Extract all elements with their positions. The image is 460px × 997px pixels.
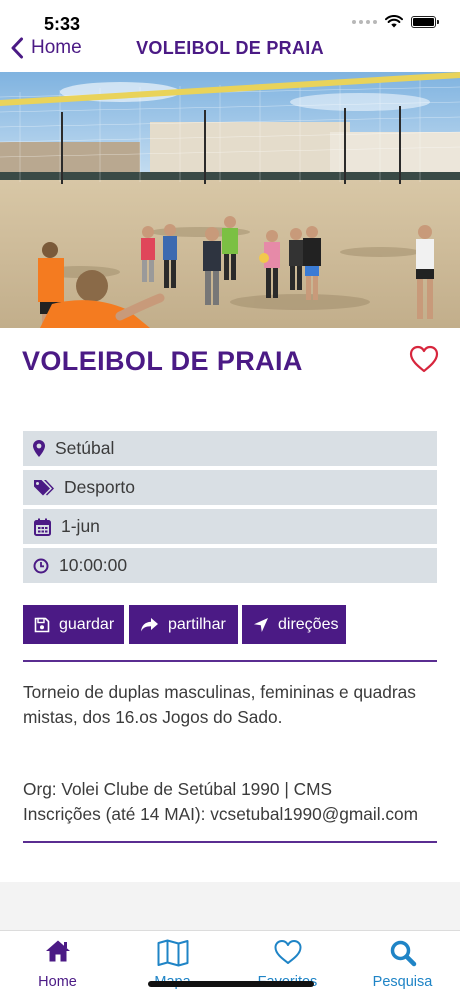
location-arrow-icon — [254, 617, 268, 632]
event-description: Torneio de duplas masculinas, femininas … — [23, 682, 416, 727]
info-row-time: 10:00:00 — [23, 548, 437, 583]
info-time: 10:00:00 — [59, 555, 128, 575]
floppy-disk-icon — [34, 617, 50, 632]
calendar-icon — [23, 518, 61, 536]
clock-icon — [23, 558, 59, 574]
nav-title: VOLEIBOL DE PRAIA — [136, 38, 324, 58]
info-category: Desporto — [64, 477, 136, 497]
tab-map[interactable]: Mapa — [115, 931, 230, 997]
signal-icon — [352, 19, 377, 24]
search-icon — [390, 940, 416, 967]
event-organizer-info: Org: Volei Clube de Setúbal 1990 | CMS I… — [23, 777, 453, 827]
info-date: 1-jun — [61, 516, 100, 536]
tab-home[interactable]: Home — [0, 931, 115, 997]
navigation-bar: Home VOLEIBOL DE PRAIA — [0, 36, 460, 72]
home-indicator — [148, 981, 314, 987]
heart-icon — [274, 940, 301, 964]
info-row-category: Desporto — [23, 470, 437, 505]
map-icon — [157, 939, 188, 967]
organizer-line: Org: Volei Clube de Setúbal 1990 | CMS — [23, 779, 333, 799]
share-arrow-icon — [141, 617, 158, 631]
tab-favorites[interactable]: Favoritos — [230, 931, 345, 997]
tab-search[interactable]: Pesquisa — [345, 931, 460, 997]
tab-home-label: Home — [38, 974, 77, 990]
battery-icon — [411, 15, 439, 28]
directions-button[interactable]: direções — [242, 605, 346, 644]
save-label: guardar — [59, 615, 115, 633]
map-pin-icon — [23, 440, 55, 457]
tab-search-label: Pesquisa — [372, 974, 433, 990]
divider-bottom — [23, 841, 437, 843]
content-footer-band — [0, 882, 460, 930]
divider-top — [23, 660, 437, 662]
share-button[interactable]: partilhar — [129, 605, 238, 644]
status-bar: 5:33 — [0, 0, 460, 36]
tags-icon — [23, 479, 64, 497]
info-row-date: 1-jun — [23, 509, 437, 544]
registration-line: Inscrições (até 14 MAI): vcsetubal1990@g… — [23, 804, 419, 824]
favorite-heart-icon[interactable] — [408, 344, 440, 374]
event-photo — [0, 72, 460, 328]
info-location: Setúbal — [55, 438, 115, 458]
event-title: VOLEIBOL DE PRAIA — [22, 346, 303, 376]
save-button[interactable]: guardar — [23, 605, 124, 644]
wifi-icon — [385, 15, 403, 28]
info-row-location: Setúbal — [23, 431, 437, 466]
status-icons — [352, 15, 439, 28]
home-icon — [45, 940, 70, 962]
share-label: partilhar — [168, 615, 226, 633]
status-time: 5:33 — [44, 14, 81, 34]
directions-label: direções — [278, 615, 339, 633]
